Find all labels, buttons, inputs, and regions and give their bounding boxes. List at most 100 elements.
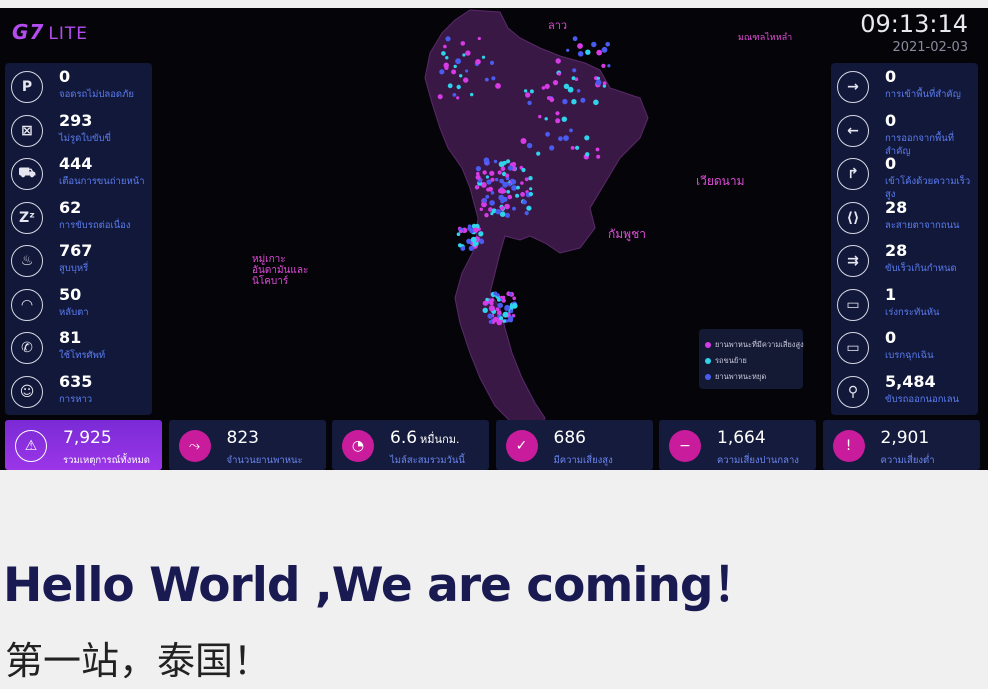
right-stat-0[interactable]: → 0 การเข้าพื้นที่สำคัญ <box>831 67 978 111</box>
stat-label: ละสายตาจากถนน <box>885 219 960 231</box>
parking-icon: P <box>11 71 43 103</box>
vehicle-dot <box>488 320 493 324</box>
vehicle-dot <box>570 146 575 150</box>
right-stat-2[interactable]: ↱ 0 เข้าโค้งด้วยความเร็วสูง <box>831 154 978 200</box>
vehicle-dot <box>591 41 597 48</box>
vehicle-dot <box>489 170 495 176</box>
vehicle-dot <box>497 170 502 175</box>
vehicle-dot <box>507 165 513 171</box>
stat-label: ขับรถออกนอกเลน <box>885 393 960 405</box>
vehicle-dot <box>577 51 584 57</box>
vehicle-dot <box>493 291 498 296</box>
vehicle-dot <box>529 89 534 94</box>
right-stat-6[interactable]: ▭ 0 เบรกฉุกเฉิน <box>831 328 978 372</box>
vehicle-dot <box>487 313 493 319</box>
brand-logo: G7 LITE <box>12 20 88 44</box>
vehicle-dot <box>482 307 488 313</box>
vehicle-dot <box>506 190 511 194</box>
left-stat-6[interactable]: ✆ 81 ใช้โทรศัพท์ <box>5 328 152 372</box>
sharp-turn-icon: ↱ <box>837 158 869 190</box>
vehicle-dot <box>485 175 489 179</box>
vehicle-dot <box>595 147 600 152</box>
vehicle-dot <box>484 77 489 82</box>
right-stat-1[interactable]: ← 0 การออกจากพื้นที่สำคัญ <box>831 111 978 157</box>
stat-label: ขับเร็วเกินกำหนด <box>885 263 957 274</box>
stat-value: 0 <box>885 328 897 347</box>
vehicle-dot <box>520 138 527 144</box>
left-stat-7[interactable]: ☺ 635 การหาว <box>5 372 152 416</box>
shield-low-icon: ! <box>832 430 865 462</box>
vehicle-dot <box>451 69 457 75</box>
vehicle-dot <box>482 300 488 306</box>
bottom-stat-3[interactable]: ✓ 686 มีความเสี่ยงสูง <box>495 420 653 470</box>
vehicle-dot <box>447 83 453 89</box>
right-stat-3[interactable]: ⟨⟩ 28 ละสายตาจากถนน <box>831 198 978 242</box>
vehicle-dot <box>500 166 506 172</box>
no-license-icon: ⊠ <box>11 114 43 147</box>
stat-label: ใช้โทรศัพท์ <box>59 350 106 361</box>
bottom-stat-label: ไมล์สะสมรวมวันนี้ <box>390 455 465 466</box>
vehicle-dot <box>596 49 603 56</box>
vehicle-dot <box>572 68 577 73</box>
vehicle-dot <box>536 151 541 156</box>
bottom-stat-unit: หมื่นกม. <box>420 433 460 446</box>
stat-value: 28 <box>885 241 908 260</box>
vehicle-dot <box>572 36 578 42</box>
legend-item-1: รถขนย้าย <box>705 355 747 367</box>
vehicle-dot <box>508 292 513 296</box>
vehicle-dot <box>601 46 608 53</box>
vehicle-dot <box>545 131 550 137</box>
vehicle-dot <box>601 63 606 68</box>
vehicle-dot <box>511 302 518 309</box>
vehicle-dot <box>577 43 583 49</box>
bottom-stat-0[interactable]: ⚠ 7,925 รวมเหตุการณ์ทั้งหมด <box>5 420 162 470</box>
vehicle-dot <box>576 89 581 93</box>
right-stat-5[interactable]: ▭ 1 เร่งกระทันหัน <box>831 285 978 329</box>
bottom-stat-5[interactable]: ! 2,901 ความเสี่ยงต่ำ <box>822 420 980 470</box>
vehicle-dot <box>524 177 529 182</box>
vehicle-dot <box>467 226 472 231</box>
hard-brake-icon: ▭ <box>837 332 869 364</box>
vehicle-dot <box>552 80 559 86</box>
vehicle-dot <box>493 159 498 164</box>
legend-dot <box>705 342 711 348</box>
right-stat-7[interactable]: ⚲ 5,484 ขับรถออกนอกเลน <box>831 372 978 416</box>
exit-area-icon: ← <box>837 114 869 147</box>
bottom-stat-2[interactable]: ◔ 6.6 หมื่นกม. ไมล์สะสมรวมวันนี้ <box>332 420 489 470</box>
vehicle-dot <box>443 44 447 49</box>
left-stat-3[interactable]: Zᶻ 62 การขับรถต่อเนื่อง <box>5 198 152 242</box>
stat-value: 0 <box>885 67 897 86</box>
vehicle-dot <box>571 99 577 105</box>
left-stat-1[interactable]: ⊠ 293 ไม่รูดใบขับขี่ <box>5 111 152 155</box>
vehicle-dot <box>474 185 480 190</box>
vehicle-dot <box>528 192 534 197</box>
stat-label: การขับรถต่อเนื่อง <box>59 219 131 231</box>
vehicle-dot <box>515 193 520 198</box>
vehicle-dot <box>459 229 463 234</box>
vehicle-dot <box>507 194 513 200</box>
vehicle-dot <box>489 60 495 65</box>
left-stat-0[interactable]: P 0 จอดรถไม่ปลอดภัย <box>5 67 152 111</box>
stat-label: หลับตา <box>59 306 89 318</box>
vehicle-dot <box>584 135 590 141</box>
bottom-stat-1[interactable]: ⤳ 823 จำนวนยานพาหนะ <box>168 420 326 470</box>
left-stat-2[interactable]: ⛟ 444 เตือนการขนถ่ายหน้า <box>5 154 152 198</box>
route-icon: ⤳ <box>178 430 211 462</box>
left-stat-4[interactable]: ♨ 767 สูบบุหรี่ <box>5 241 152 285</box>
map-label-cambodia: กัมพูชา <box>608 227 646 241</box>
vehicle-dot <box>563 83 570 90</box>
headline: Hello World ,We are coming！ <box>3 558 760 613</box>
vehicle-dot <box>457 243 463 248</box>
vehicle-dot <box>499 316 504 321</box>
shield-medium-icon: − <box>669 430 701 462</box>
vehicle-dot <box>512 206 516 211</box>
vehicle-dot <box>453 64 457 69</box>
bottom-stat-4[interactable]: −1,664 ความเสี่ยงปานกลาง <box>659 420 816 470</box>
left-stat-5[interactable]: ◠ 50 หลับตา <box>5 285 152 329</box>
vehicle-dot <box>437 94 443 100</box>
stat-value: 767 <box>59 241 93 260</box>
vehicle-dot <box>488 186 493 192</box>
right-stat-4[interactable]: ⇉ 28 ขับเร็วเกินกำหนด <box>831 241 978 285</box>
bottom-stat-label: ความเสี่ยงต่ำ <box>880 455 935 466</box>
vehicle-dot <box>475 242 479 246</box>
